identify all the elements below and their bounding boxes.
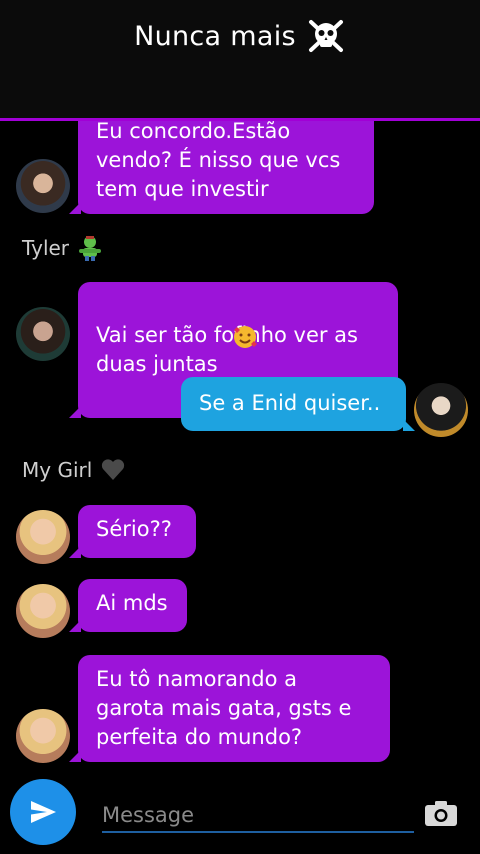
avatar-tyler[interactable] [16, 307, 70, 361]
message-bubble[interactable]: Eu tô namorando a garota mais gata, gsts… [69, 655, 390, 762]
message-bubble[interactable]: Ai mds [69, 579, 187, 632]
message-bubble-outgoing[interactable]: Se a Enid quiser.. [181, 377, 415, 431]
title-wrap: Nunca mais [134, 16, 346, 56]
zombie-icon [79, 236, 102, 261]
send-icon [31, 801, 56, 823]
avatar-enid[interactable] [16, 709, 70, 763]
sender-name-tyler: Tyler [22, 235, 103, 261]
black-heart-icon [102, 459, 125, 480]
camera-icon[interactable] [424, 799, 458, 827]
skull-crossbones-icon [308, 20, 343, 52]
chat-title[interactable]: Nunca mais [134, 21, 296, 52]
message-bubble[interactable]: Eu concordo.Estão vendo? É nisso que vcs… [69, 121, 374, 214]
message-composer [0, 771, 480, 854]
chat-header: Nunca mais [0, 0, 480, 121]
smiling-face-with-hearts-icon [234, 326, 257, 348]
avatar-wednesday[interactable] [414, 383, 468, 437]
message-text: Vai ser tão fofinho ver as duas juntas [96, 323, 358, 376]
send-button[interactable] [10, 779, 76, 845]
message-input[interactable] [102, 799, 414, 833]
sender-label: My Girl [22, 458, 93, 482]
sender-label: Tyler [22, 236, 70, 260]
avatar-enid[interactable] [16, 584, 70, 638]
sender-name-my-girl: My Girl [22, 457, 126, 483]
avatar-xavier[interactable] [16, 159, 70, 213]
message-bubble[interactable]: Sério?? [69, 505, 196, 558]
message-list[interactable]: Eu concordo.Estão vendo? É nisso que vcs… [0, 121, 480, 771]
avatar-enid[interactable] [16, 510, 70, 564]
